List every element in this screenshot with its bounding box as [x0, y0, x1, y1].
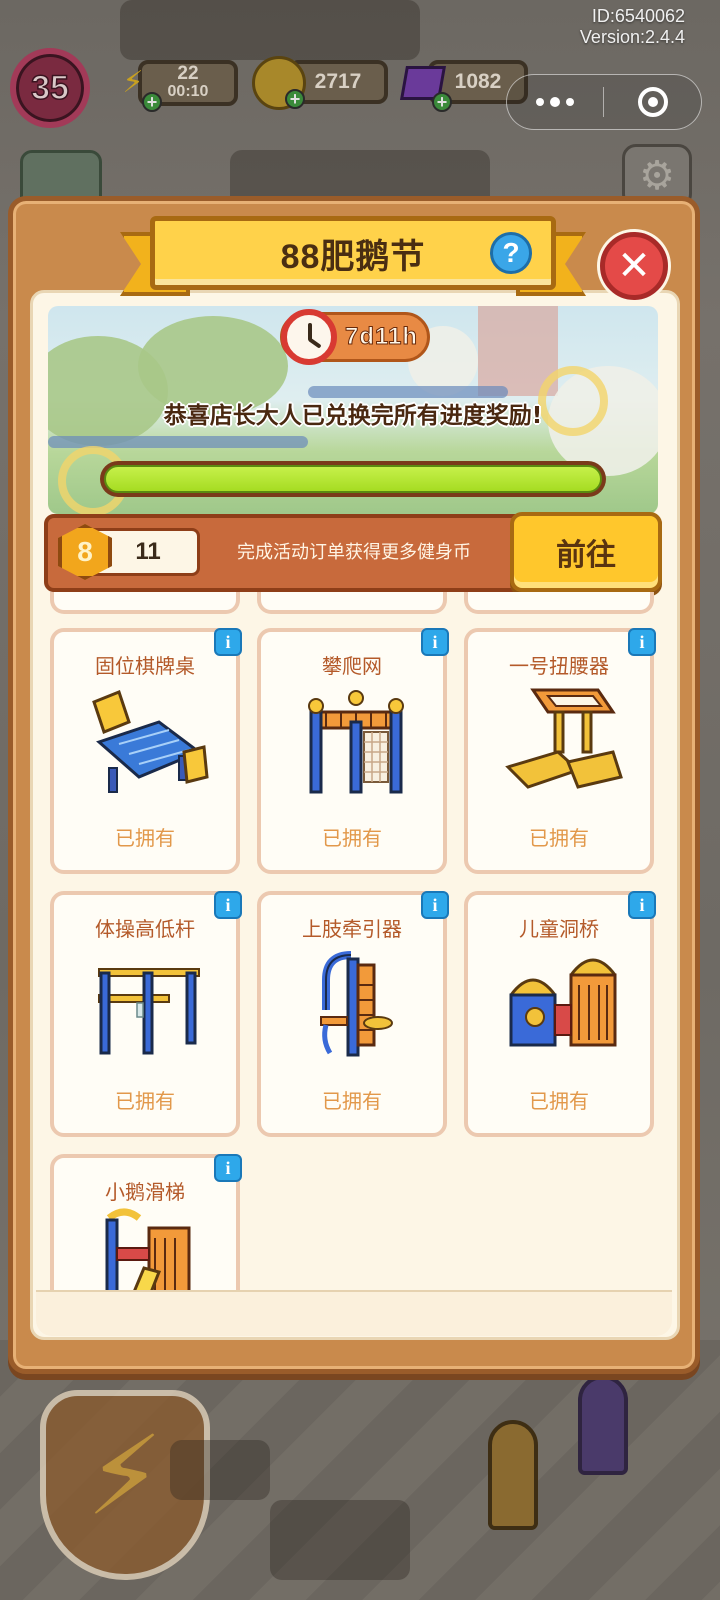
reward-card[interactable]: 固位棋牌桌 已拥有 i: [50, 628, 242, 874]
goose-slide-icon: [105, 1208, 191, 1290]
reward-card[interactable]: 攀爬网 已拥有 i: [257, 628, 449, 874]
bg-punching-bag: [488, 1420, 538, 1530]
item-name: 攀爬网: [322, 654, 382, 678]
paper-footer-edge: [36, 1290, 672, 1336]
close-icon[interactable]: ✕: [600, 232, 668, 300]
reward-item-grid: 固位棋牌桌 已拥有 i 攀爬网 已拥有 i 一号扭腰器 已拥有 i 体操高低杆 …: [44, 592, 662, 1290]
reward-card[interactable]: 体操高低杆 已拥有 i: [50, 891, 242, 1137]
lightning-icon[interactable]: ⚡ +: [106, 56, 162, 112]
info-icon[interactable]: i: [628, 628, 656, 656]
mini-program-capsule: [506, 74, 702, 130]
parallel-bars-icon: [98, 968, 200, 1055]
info-icon[interactable]: i: [421, 891, 449, 919]
info-icon[interactable]: i: [628, 891, 656, 919]
build-info: ID:6540062 Version:2.4.4: [580, 6, 685, 48]
event-countdown: 7d11h: [280, 309, 430, 365]
version-text: Version:2.4.4: [579, 27, 685, 47]
fitness-coin-count: 11: [135, 538, 161, 565]
energy-value: 22: [177, 63, 199, 84]
bg-punching-bag: [578, 1375, 628, 1475]
modal-title: 88肥鹅节: [280, 237, 426, 276]
target-icon[interactable]: [604, 75, 701, 129]
more-dots-icon[interactable]: [507, 75, 603, 129]
item-name: 上肢牵引器: [302, 917, 402, 941]
bg-crate: [270, 1500, 410, 1580]
user-id-text: ID:6540062: [591, 6, 685, 26]
bg-bench: [170, 1440, 270, 1500]
reward-card[interactable]: 儿童洞桥 已拥有 i: [464, 891, 656, 1137]
reward-card-partial: [464, 592, 654, 614]
fitness-coin-icon-label: 8: [77, 536, 93, 567]
energy-timer: 00:10: [167, 83, 209, 100]
owned-status: 已拥有: [529, 1089, 589, 1113]
gem-icon[interactable]: +: [396, 56, 452, 112]
kids-tunnel-bridge-icon: [509, 958, 617, 1047]
level-number: 35: [30, 68, 69, 108]
info-icon[interactable]: i: [421, 628, 449, 656]
owned-status: 已拥有: [322, 826, 382, 850]
countdown-text: 7d11h: [344, 323, 419, 351]
level-badge[interactable]: 35: [10, 48, 90, 128]
item-name: 体操高低杆: [95, 917, 195, 941]
reward-card-partial: [257, 592, 447, 614]
reward-card[interactable]: 上肢牵引器 已拥有 i: [257, 891, 449, 1137]
go-button[interactable]: 前往: [510, 512, 662, 592]
help-icon[interactable]: ?: [490, 232, 532, 274]
arm-puller-icon: [320, 951, 393, 1057]
item-name: 固位棋牌桌: [95, 654, 195, 678]
congrats-message: 恭喜店长大人已兑换完所有进度奖励!: [163, 403, 543, 429]
reward-card-partial: [50, 592, 240, 614]
owned-status: 已拥有: [115, 1089, 175, 1113]
progress-fill: [104, 465, 602, 493]
coin-value: 2717: [314, 70, 362, 93]
item-name: 儿童洞桥: [519, 917, 599, 941]
owned-status: 已拥有: [322, 1089, 382, 1113]
reward-card[interactable]: 小鹅滑梯 i: [50, 1154, 242, 1290]
info-icon[interactable]: i: [214, 891, 242, 919]
owned-status: 已拥有: [115, 826, 175, 850]
bg-shelf: [120, 0, 420, 60]
info-icon[interactable]: i: [214, 1154, 242, 1182]
waist-twister-icon: [505, 688, 623, 789]
gem-value: 1082: [454, 70, 502, 93]
add-gems-icon[interactable]: +: [432, 92, 452, 112]
reward-card[interactable]: 一号扭腰器 已拥有 i: [464, 628, 656, 874]
card-table-icon: [92, 690, 209, 793]
coin-hint-text: 完成活动订单获得更多健身币: [237, 542, 471, 563]
coin-icon[interactable]: +: [252, 56, 306, 110]
item-name: 一号扭腰器: [509, 654, 609, 678]
climbing-net-icon: [308, 690, 404, 794]
info-icon[interactable]: i: [214, 628, 242, 656]
clock-icon: [281, 309, 337, 365]
add-energy-icon[interactable]: +: [142, 92, 162, 112]
owned-status: 已拥有: [529, 826, 589, 850]
add-coins-icon[interactable]: +: [285, 89, 305, 109]
item-name: 小鹅滑梯: [105, 1180, 185, 1204]
progress-bar: [100, 461, 606, 497]
